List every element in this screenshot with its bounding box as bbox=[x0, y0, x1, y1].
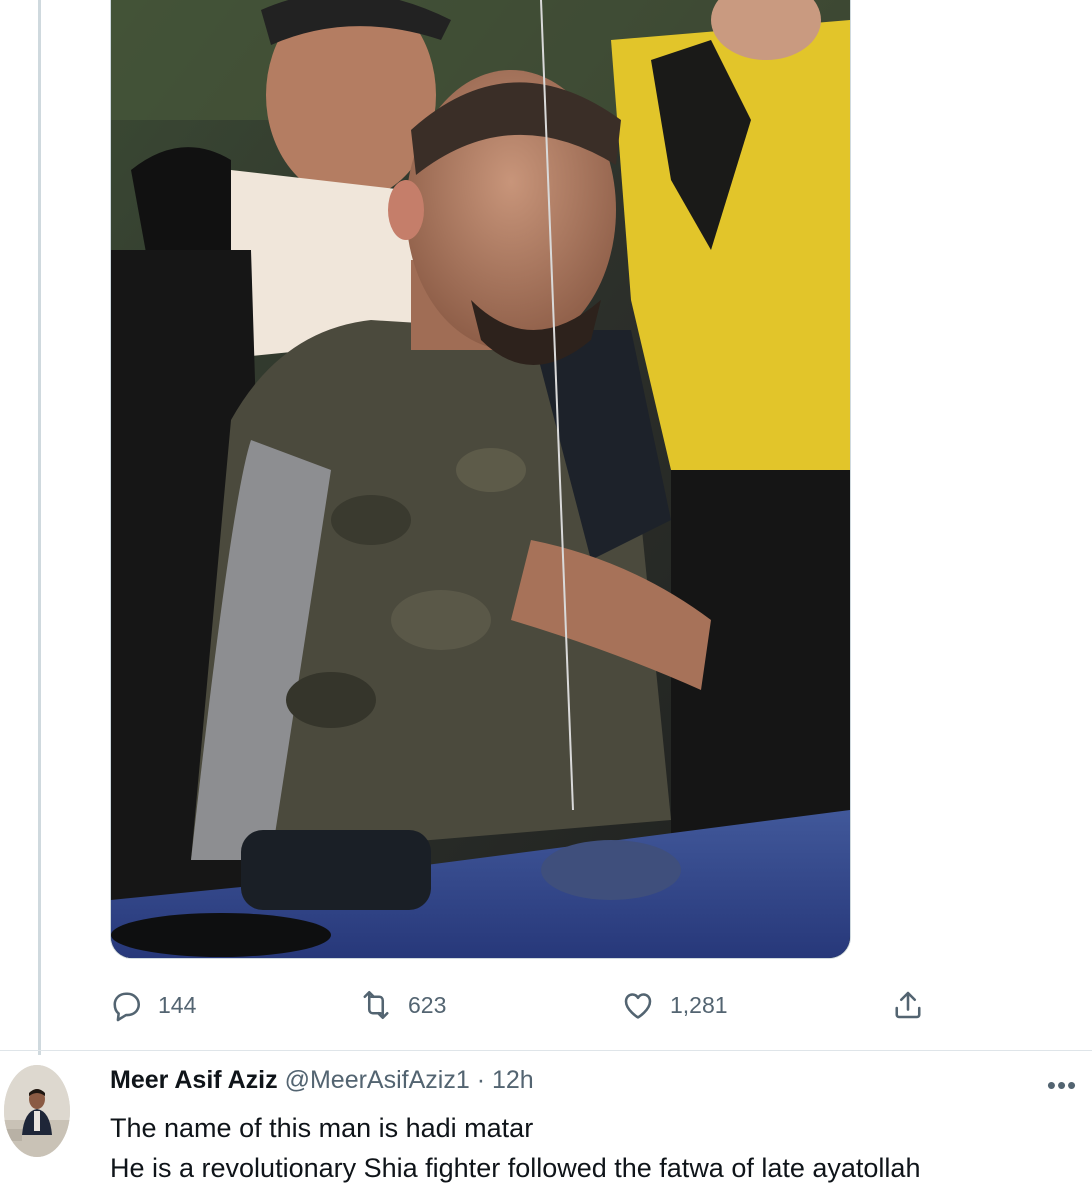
retweet-arrows-icon bbox=[363, 990, 389, 1020]
tweet-action-bar: 144 623 1,281 bbox=[0, 983, 1092, 1027]
tweet-timestamp[interactable]: 12h bbox=[492, 1066, 534, 1094]
retweet-count: 623 bbox=[408, 991, 447, 1018]
speech-bubble-icon bbox=[113, 992, 141, 1022]
header-separator: · bbox=[476, 1066, 486, 1094]
like-count: 1,281 bbox=[670, 991, 728, 1018]
reply-button[interactable]: 144 bbox=[108, 983, 196, 1027]
tweet-divider bbox=[0, 1050, 1092, 1051]
reply-text-line: The name of this man is hadi matar bbox=[110, 1113, 534, 1143]
reply-count: 144 bbox=[158, 991, 197, 1018]
like-button[interactable]: 1,281 bbox=[620, 983, 728, 1027]
reply-header: Meer Asif Aziz @MeerAsifAziz1 · 12h bbox=[110, 1066, 534, 1095]
retweet-button[interactable]: 623 bbox=[358, 983, 446, 1027]
more-dots-icon: ••• bbox=[1046, 1069, 1078, 1100]
share-upload-icon bbox=[895, 991, 921, 1019]
heart-icon bbox=[624, 993, 652, 1019]
reply-text-line: He is a revolutionary Shia fighter follo… bbox=[110, 1153, 921, 1183]
author-handle[interactable]: @MeerAsifAziz1 bbox=[285, 1066, 470, 1094]
avatar[interactable] bbox=[4, 1065, 70, 1157]
tweet-photo[interactable] bbox=[110, 0, 851, 959]
more-options-button[interactable]: ••• bbox=[1042, 1068, 1082, 1102]
thread-connector-line bbox=[38, 0, 41, 1055]
share-button[interactable] bbox=[890, 983, 926, 1027]
tweet-thread-view: 144 623 1,281 Meer Asif Aziz @MeerAsifAz… bbox=[0, 0, 1092, 1200]
author-name[interactable]: Meer Asif Aziz bbox=[110, 1066, 278, 1094]
reply-text: The name of this man is hadi matar He is… bbox=[110, 1108, 1070, 1188]
